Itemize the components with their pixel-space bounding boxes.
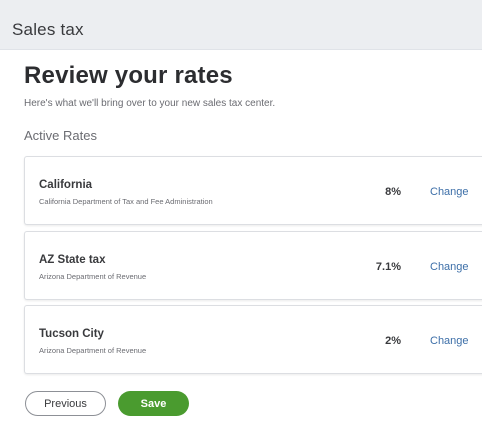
rate-value: 7.1% bbox=[375, 261, 401, 273]
header-title: Sales tax bbox=[12, 20, 84, 39]
change-rate-link[interactable]: Change bbox=[430, 261, 469, 273]
rate-card-tucson-city: Tucson City Arizona Department of Revenu… bbox=[24, 305, 482, 374]
change-rate-link[interactable]: Change bbox=[430, 186, 469, 198]
rate-agency: California Department of Tax and Fee Adm… bbox=[39, 197, 213, 206]
rate-name: Tucson City bbox=[39, 328, 104, 340]
section-title-active-rates: Active Rates bbox=[24, 128, 97, 143]
rate-value: 8% bbox=[385, 186, 401, 198]
rate-agency: Arizona Department of Revenue bbox=[39, 272, 147, 281]
rate-name: AZ State tax bbox=[39, 254, 106, 266]
save-button[interactable]: Save bbox=[118, 391, 189, 416]
change-rate-link[interactable]: Change bbox=[430, 335, 469, 347]
rate-card-california: California California Department of Tax … bbox=[24, 156, 482, 225]
previous-button[interactable]: Previous bbox=[25, 391, 106, 416]
page-title: Review your rates bbox=[24, 62, 233, 89]
rate-card-az-state-tax: AZ State tax Arizona Department of Reven… bbox=[24, 231, 482, 300]
header-bar: Sales tax bbox=[0, 0, 482, 50]
page-subtitle: Here's what we'll bring over to your new… bbox=[24, 98, 276, 109]
rate-value: 2% bbox=[385, 335, 401, 347]
rate-name: California bbox=[39, 179, 93, 191]
rate-agency: Arizona Department of Revenue bbox=[39, 346, 147, 355]
